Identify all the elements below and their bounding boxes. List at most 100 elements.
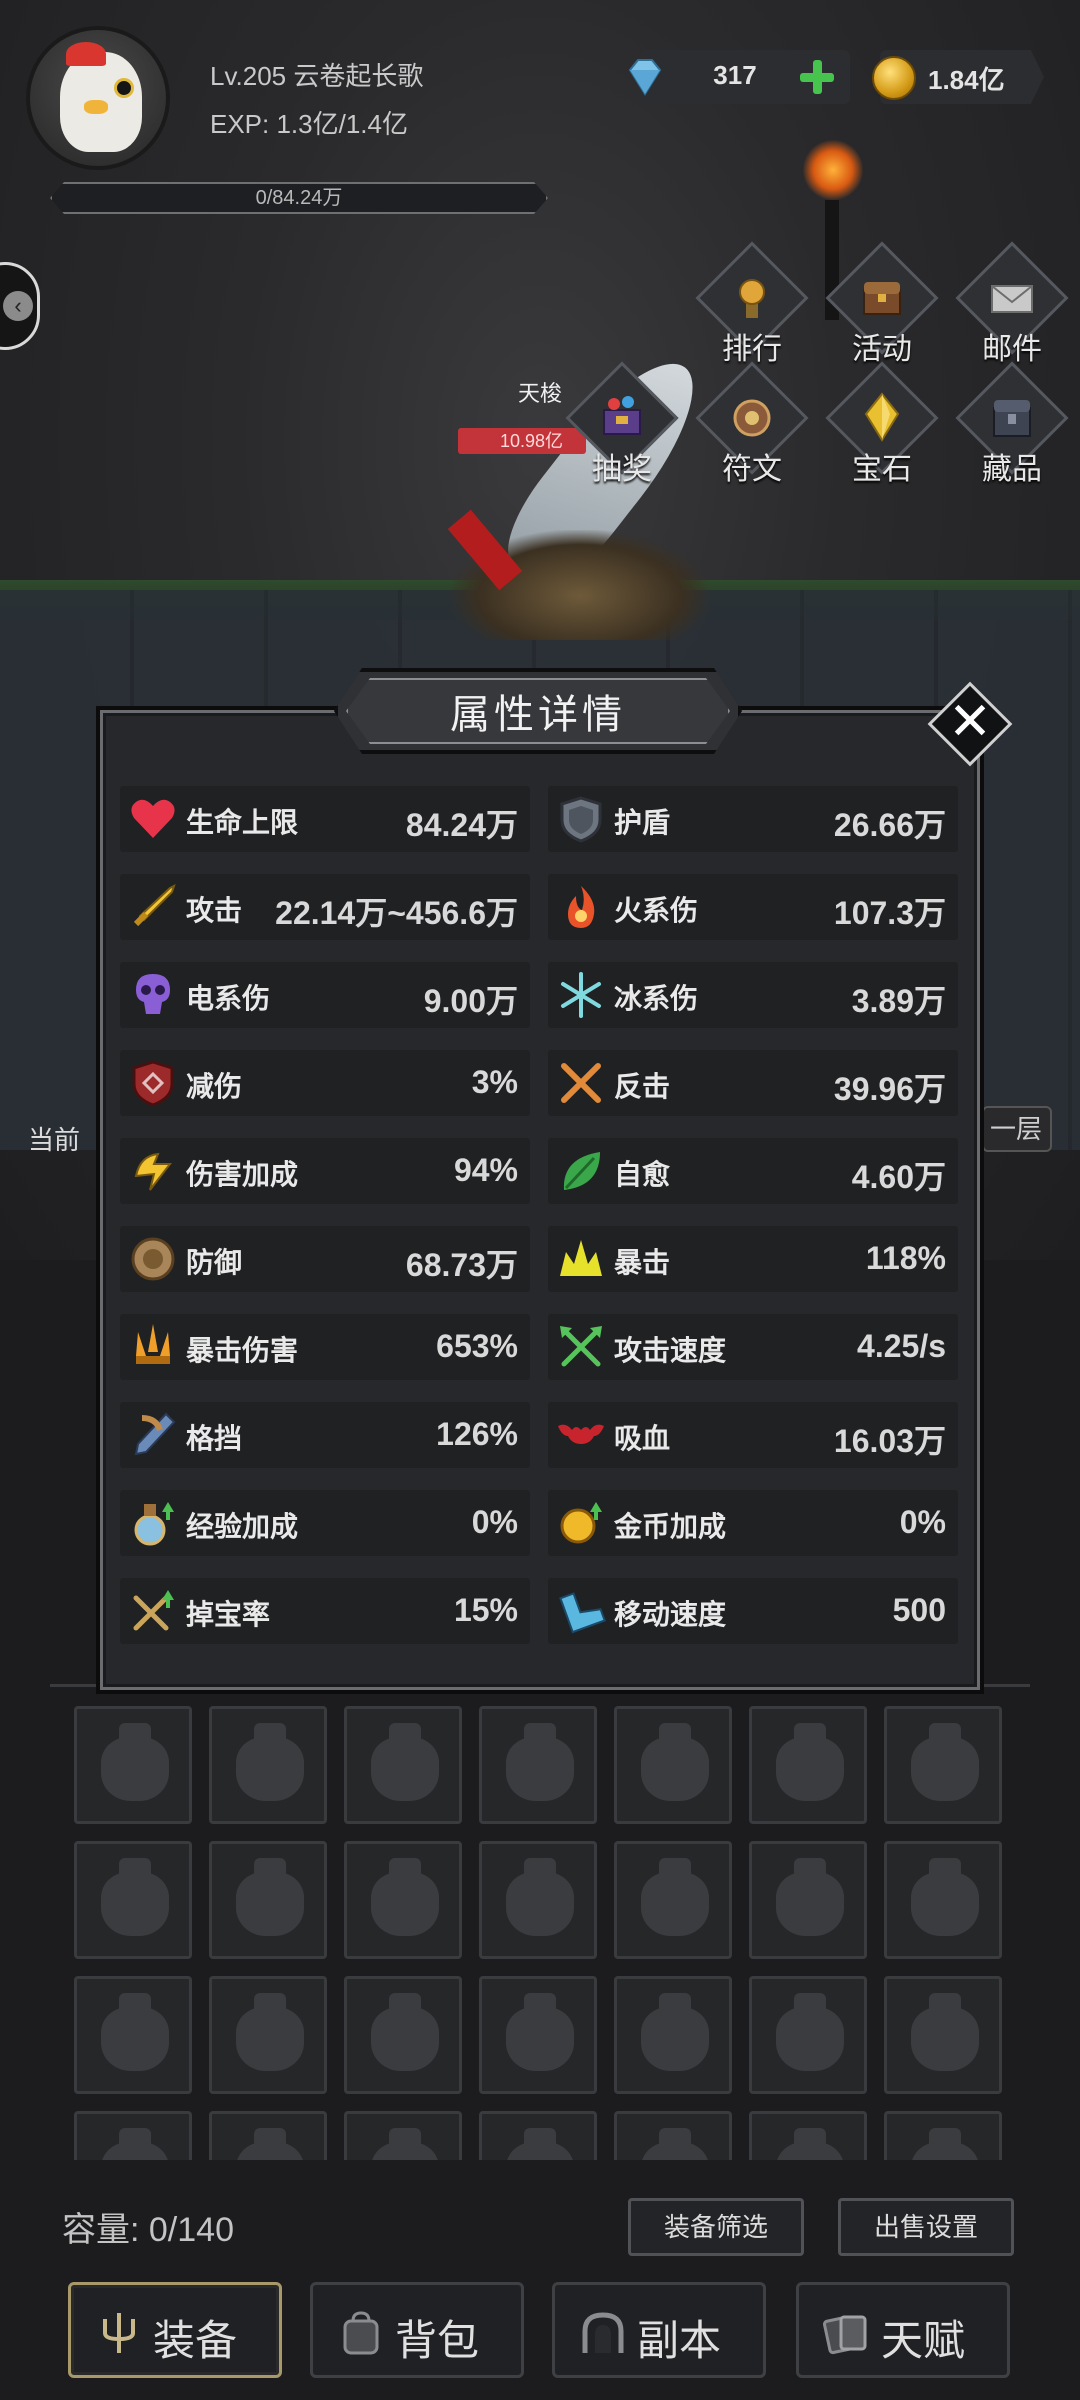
- damage-bonus-icon: [134, 1152, 173, 1191]
- gold-bonus-icon: [560, 1502, 602, 1544]
- avatar[interactable]: [26, 26, 170, 170]
- empty-bag-icon: [776, 1723, 844, 1801]
- menu-label: 符文: [722, 453, 782, 486]
- stat-name: 反击: [614, 1071, 671, 1102]
- close-button[interactable]: ✕: [927, 681, 1013, 767]
- empty-bag-icon: [911, 1858, 979, 1936]
- empty-bag-icon: [776, 1993, 844, 2071]
- inventory-slot[interactable]: [614, 1841, 732, 1959]
- stat-row: 减伤 3%: [120, 1050, 530, 1116]
- inventory-slot[interactable]: [74, 1706, 192, 1824]
- tab-label: 背包: [395, 2317, 480, 2364]
- crossed-swords-icon: [561, 1063, 601, 1103]
- inventory-slot[interactable]: [74, 1841, 192, 1959]
- empty-bag-icon: [371, 1723, 439, 1801]
- stat-name: 冰系伤: [614, 983, 699, 1014]
- stat-value: 126%: [436, 1416, 518, 1452]
- tab-dungeon[interactable]: 副本: [552, 2282, 766, 2378]
- inventory-slot[interactable]: [209, 1976, 327, 2094]
- stat-name: 电系伤: [186, 983, 271, 1014]
- empty-bag-icon: [641, 1858, 709, 1936]
- tab-equipment[interactable]: 装备: [68, 2282, 282, 2378]
- empty-bag-icon: [236, 1858, 304, 1936]
- floor-tag[interactable]: 一层: [982, 1106, 1052, 1152]
- menu-mail-button[interactable]: 邮件: [946, 241, 1069, 380]
- menu-lottery-button[interactable]: 抽奖: [556, 361, 679, 500]
- tab-label: 装备: [153, 2317, 238, 2364]
- add-gems-icon[interactable]: [796, 56, 838, 98]
- sword-icon: [133, 884, 176, 927]
- inventory-slot[interactable]: [884, 1976, 1002, 2094]
- stat-value: 16.03万: [833, 1423, 946, 1459]
- current-floor-label: 当前: [28, 1125, 81, 1155]
- stat-row: 掉宝率 15%: [120, 1578, 530, 1644]
- exp-potion-icon: [134, 1502, 174, 1546]
- inventory-slot[interactable]: [344, 1976, 462, 2094]
- inventory-slot[interactable]: [614, 1976, 732, 2094]
- tab-label: 天赋: [881, 2317, 966, 2364]
- menu-events-button[interactable]: 活动: [816, 241, 939, 380]
- lottery-chest-icon: [603, 396, 641, 435]
- stat-name: 格挡: [186, 1423, 243, 1454]
- boot-icon: [559, 1592, 606, 1634]
- inventory-slot[interactable]: [209, 1706, 327, 1824]
- inventory-slot[interactable]: [344, 1706, 462, 1824]
- empty-bag-icon: [911, 1993, 979, 2071]
- inventory-slot[interactable]: [479, 1706, 597, 1824]
- stat-row: 吸血 16.03万: [548, 1402, 958, 1468]
- tab-backpack[interactable]: 背包: [310, 2282, 524, 2378]
- inventory-slot[interactable]: [749, 1706, 867, 1824]
- collection-chest-icon: [993, 400, 1031, 437]
- empty-bag-icon: [101, 1723, 169, 1801]
- inventory-slot[interactable]: [884, 1841, 1002, 1959]
- stat-row: 反击 39.96万: [548, 1050, 958, 1116]
- inventory-slot[interactable]: [344, 1841, 462, 1959]
- stat-name: 伤害加成: [186, 1159, 299, 1190]
- inventory-slot[interactable]: [74, 1976, 192, 2094]
- empty-bag-icon: [641, 1993, 709, 2071]
- inventory-slot[interactable]: [479, 1841, 597, 1959]
- stat-name: 防御: [186, 1247, 243, 1278]
- stat-row: 攻击 22.14万~456.6万: [120, 874, 530, 940]
- boss-sprite[interactable]: [430, 339, 750, 660]
- stat-name: 自愈: [614, 1159, 671, 1190]
- player-level-name: Lv.205 云卷起长歌: [210, 61, 424, 91]
- stat-value: 118%: [865, 1240, 946, 1276]
- stat-value: 9.00万: [423, 983, 518, 1019]
- inventory-slot[interactable]: [749, 1841, 867, 1959]
- heart-icon: [131, 799, 175, 838]
- trident-icon: [103, 2313, 135, 2353]
- sell-settings-button[interactable]: 出售设置: [838, 2198, 1014, 2256]
- stat-row: 移动速度 500: [548, 1578, 958, 1644]
- inventory-slot[interactable]: [749, 1976, 867, 2094]
- inventory-slot[interactable]: [884, 1706, 1002, 1824]
- stat-row: 防御 68.73万: [120, 1226, 530, 1292]
- chevron-left-icon: ‹: [3, 291, 33, 321]
- inventory-slot[interactable]: [209, 1841, 327, 1959]
- tab-talent[interactable]: 天赋: [796, 2282, 1010, 2378]
- medal-icon: [739, 279, 765, 318]
- menu-collection-button[interactable]: 藏品: [946, 361, 1069, 500]
- stat-row: 伤害加成 94%: [120, 1138, 530, 1204]
- gold-count: 1.84亿: [928, 65, 1005, 95]
- loot-rate-icon: [133, 1590, 174, 1631]
- stat-name: 生命上限: [186, 807, 299, 838]
- stat-name: 攻击: [186, 895, 243, 926]
- stat-name: 减伤: [186, 1071, 243, 1102]
- damage-reduction-shield-icon: [132, 1060, 174, 1107]
- equipment-filter-button[interactable]: 装备筛选: [628, 2198, 804, 2256]
- menu-rune-button[interactable]: 符文: [686, 361, 809, 500]
- inventory-slot[interactable]: [614, 1706, 732, 1824]
- empty-bag-icon: [236, 1993, 304, 2071]
- menu-ranking-button[interactable]: 排行: [686, 241, 809, 380]
- empty-bag-icon: [506, 1723, 574, 1801]
- triple-blade-icon: [136, 1324, 170, 1364]
- inventory-capacity: 容量: 0/140: [62, 2211, 234, 2249]
- gold-coin-icon: [872, 56, 916, 100]
- empty-bag-icon: [371, 1993, 439, 2071]
- stat-value: 39.96万: [833, 1071, 946, 1107]
- menu-gem-button[interactable]: 宝石: [816, 361, 939, 500]
- hp-progress-text: 0/84.24万: [255, 187, 343, 209]
- inventory-slot[interactable]: [479, 1976, 597, 2094]
- empty-bag-icon: [101, 1993, 169, 2071]
